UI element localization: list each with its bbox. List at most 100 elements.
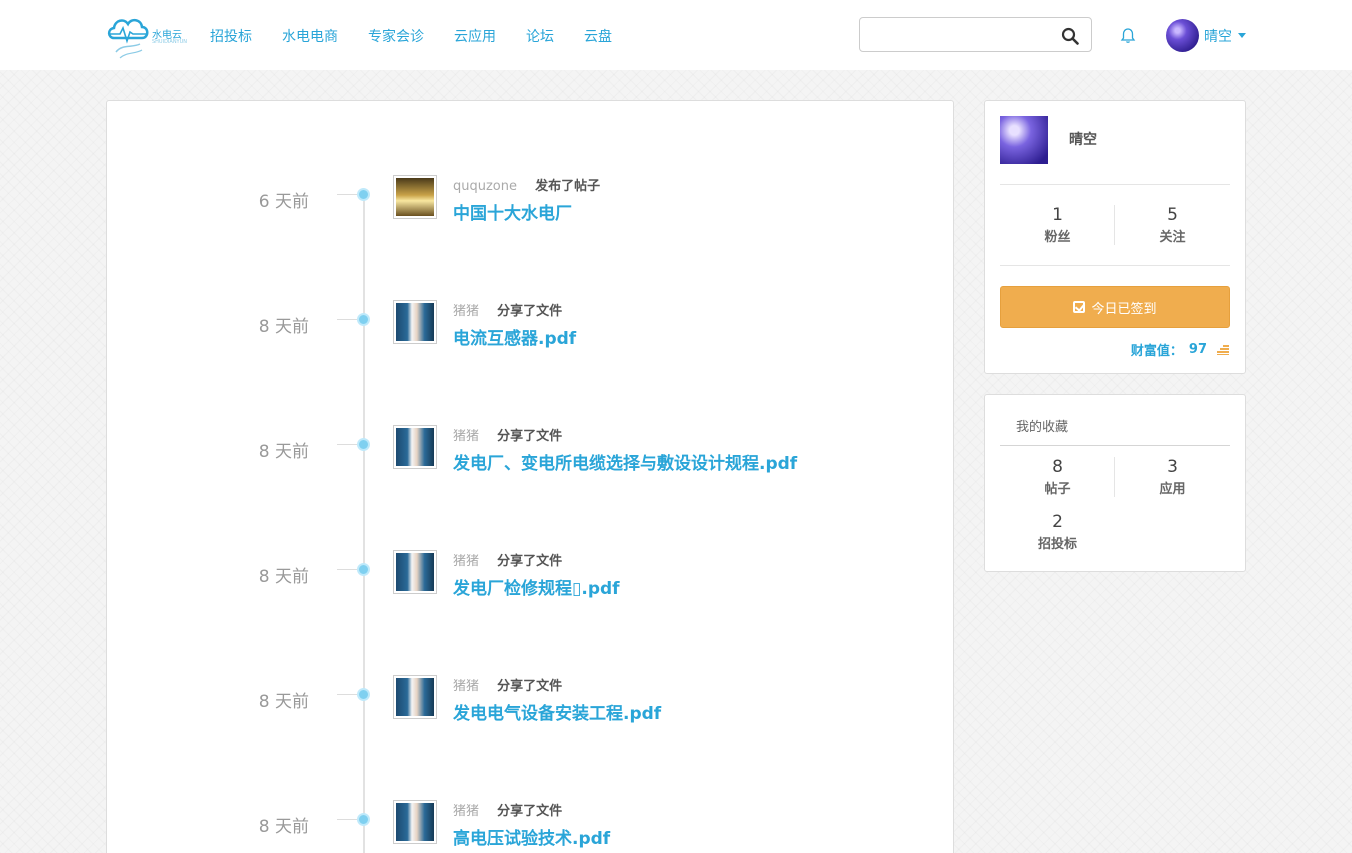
timeline-meta: 猪猪 分享了文件	[453, 675, 562, 694]
timeline-dot	[357, 438, 370, 451]
fav-apps[interactable]: 3 应用	[1115, 457, 1230, 497]
fans-label: 粉丝	[1044, 230, 1071, 245]
timeline-action: 分享了文件	[497, 679, 563, 694]
follow-count: 5	[1167, 205, 1178, 225]
site-logo[interactable]: 水电云 SHUIDIANYUN	[106, 14, 187, 60]
checkin-button[interactable]: 今日已签到	[1000, 286, 1230, 328]
user-avatar[interactable]	[393, 425, 437, 469]
timeline-user[interactable]: 猪猪	[453, 304, 479, 319]
logo-subtext: SHUIDIANYUN	[152, 39, 188, 45]
nav-expert-consult[interactable]: 专家会诊	[368, 26, 424, 46]
timeline-action: 分享了文件	[497, 304, 563, 319]
timeline-title-link[interactable]: 发电电气设备安装工程.pdf	[453, 699, 661, 724]
top-navbar: 水电云 SHUIDIANYUN 招投标 水电电商 专家会诊 云应用 论坛 云盘 …	[0, 0, 1352, 70]
fav-posts-label: 帖子	[1044, 482, 1071, 497]
timeline-dot	[357, 188, 370, 201]
timeline-time: 8 天前	[258, 442, 309, 462]
timeline-title-link[interactable]: 发电厂、变电所电缆选择与敷设设计规程.pdf	[453, 449, 797, 474]
timeline-item: 8 天前 猪猪 分享了文件 发电厂检修规程▯.pdf	[107, 550, 955, 610]
timeline-title-link[interactable]: 发电厂检修规程▯.pdf	[453, 574, 620, 599]
divider	[1000, 445, 1230, 446]
user-avatar[interactable]	[393, 550, 437, 594]
profile-name[interactable]: 晴空	[1069, 129, 1097, 149]
search-box	[859, 17, 1092, 52]
timeline-meta: ququzone 发布了帖子	[453, 175, 600, 194]
timeline-connector	[337, 319, 359, 320]
timeline-dot	[357, 563, 370, 576]
fav-posts[interactable]: 8 帖子	[1000, 457, 1115, 497]
favorites-grid: 8 帖子 3 应用 2 招投标	[1000, 457, 1230, 557]
fav-bidding-label: 招投标	[1037, 537, 1077, 552]
timeline-meta: 猪猪 分享了文件	[453, 425, 562, 444]
wealth-label: 财富值：	[1130, 344, 1183, 359]
fans-count: 1	[1052, 205, 1063, 225]
bell-icon[interactable]	[1120, 27, 1136, 44]
timeline-action: 分享了文件	[497, 554, 563, 569]
user-avatar[interactable]	[393, 175, 437, 219]
timeline-item: 8 天前 猪猪 分享了文件 高电压试验技术.pdf	[107, 800, 955, 853]
timeline-meta: 猪猪 分享了文件	[453, 300, 562, 319]
avatar	[1166, 19, 1199, 52]
timeline-item: 8 天前 猪猪 分享了文件 电流互感器.pdf	[107, 300, 955, 360]
nav-cloud-apps[interactable]: 云应用	[454, 26, 496, 46]
timeline-user[interactable]: ququzone	[453, 179, 517, 194]
timeline-meta: 猪猪 分享了文件	[453, 550, 562, 569]
timeline-title-link[interactable]: 高电压试验技术.pdf	[453, 824, 610, 849]
user-avatar[interactable]	[393, 675, 437, 719]
nav-cloud-disk[interactable]: 云盘	[584, 26, 612, 46]
timeline-connector	[337, 194, 359, 195]
timeline-user[interactable]: 猪猪	[453, 679, 479, 694]
timeline-user[interactable]: 猪猪	[453, 804, 479, 819]
follow-label: 关注	[1159, 230, 1186, 245]
fav-bidding-count: 2	[1052, 512, 1063, 532]
timeline-time: 8 天前	[258, 317, 309, 337]
follow-stat[interactable]: 5 关注	[1115, 205, 1230, 245]
timeline-time: 8 天前	[258, 692, 309, 712]
timeline-item: 6 天前 ququzone 发布了帖子 中国十大水电厂	[107, 175, 955, 235]
divider	[1000, 184, 1230, 185]
fans-stat[interactable]: 1 粉丝	[1000, 205, 1115, 245]
timeline-time: 6 天前	[258, 192, 309, 212]
timeline-connector	[337, 569, 359, 570]
fav-posts-count: 8	[1052, 457, 1063, 477]
timeline-time: 8 天前	[258, 567, 309, 587]
profile-card: 晴空 1 粉丝 5 关注 今日已签到 财富值： 97	[984, 100, 1246, 374]
coins-icon	[1217, 344, 1229, 355]
timeline-action: 发布了帖子	[535, 179, 601, 194]
fav-apps-count: 3	[1167, 457, 1178, 477]
user-avatar[interactable]	[393, 800, 437, 844]
user-menu-dropdown[interactable]: 晴空	[1166, 19, 1246, 52]
timeline-dot	[357, 313, 370, 326]
timeline-title-link[interactable]: 中国十大水电厂	[453, 199, 572, 224]
favorites-title: 我的收藏	[1016, 420, 1069, 435]
timeline-connector	[337, 819, 359, 820]
nav-bidding[interactable]: 招投标	[210, 26, 252, 46]
timeline-dot	[357, 813, 370, 826]
timeline-connector	[337, 694, 359, 695]
divider	[1000, 265, 1230, 266]
timeline-item: 8 天前 猪猪 分享了文件 发电厂、变电所电缆选择与敷设设计规程.pdf	[107, 425, 955, 485]
nav-hydro-ecommerce[interactable]: 水电电商	[282, 26, 338, 46]
check-square-icon	[1073, 301, 1086, 313]
activity-timeline-panel: 6 天前 ququzone 发布了帖子 中国十大水电厂 8 天前 猪猪 分享了文…	[106, 100, 954, 853]
timeline-title-link[interactable]: 电流互感器.pdf	[453, 324, 576, 349]
user-avatar[interactable]	[393, 300, 437, 344]
timeline-action: 分享了文件	[497, 429, 563, 444]
nav-forum[interactable]: 论坛	[526, 26, 554, 46]
main-nav: 招投标 水电电商 专家会诊 云应用 论坛 云盘	[210, 26, 642, 46]
timeline-time: 8 天前	[258, 817, 309, 837]
user-name: 晴空	[1204, 28, 1232, 45]
avatar[interactable]	[1000, 116, 1048, 164]
search-icon[interactable]	[1061, 27, 1079, 45]
profile-stats: 1 粉丝 5 关注	[1000, 205, 1230, 245]
fav-bidding[interactable]: 2 招投标	[1000, 512, 1115, 552]
search-input[interactable]	[868, 18, 1058, 51]
timeline-connector	[337, 444, 359, 445]
timeline-item: 8 天前 猪猪 分享了文件 发电电气设备安装工程.pdf	[107, 675, 955, 735]
timeline-user[interactable]: 猪猪	[453, 429, 479, 444]
fav-apps-label: 应用	[1159, 482, 1186, 497]
timeline-action: 分享了文件	[497, 804, 563, 819]
timeline-dot	[357, 688, 370, 701]
checkin-label: 今日已签到	[1091, 301, 1157, 317]
timeline-user[interactable]: 猪猪	[453, 554, 479, 569]
